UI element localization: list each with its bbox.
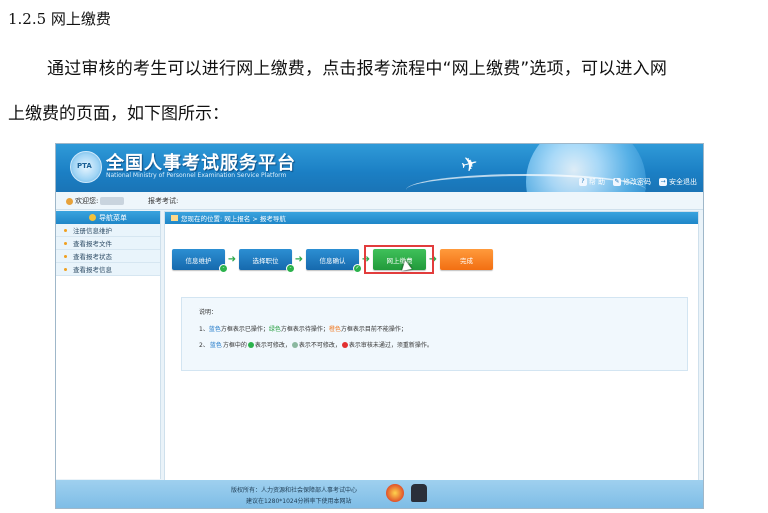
logo-text: PTA	[77, 162, 92, 170]
arrow-right-icon: ➜	[227, 254, 237, 265]
step-info-confirm[interactable]: 信息确认 ✓	[306, 249, 362, 273]
pointer-cursor-icon	[400, 259, 412, 271]
password-icon: ✎	[613, 178, 621, 186]
embedded-screenshot: ✈ PTA 全国人事考试服务平台 National Ministry of Pe…	[55, 143, 704, 509]
welcome-text: 欢迎您:	[66, 196, 125, 206]
paragraph-line-2: 上缴费的页面，如下图所示：	[8, 104, 229, 124]
breadcrumb: 您现在的位置: 网上报名 > 报考导航	[165, 212, 698, 224]
arrow-right-icon: ➜	[294, 254, 304, 265]
paragraph-line-1: 通过审核的考生可以进行网上缴费，点击报考流程中“网上缴费”选项，可以进入网	[47, 59, 668, 79]
nav-menu-header: 导航菜单	[56, 211, 160, 224]
step-complete: 完成	[440, 249, 493, 270]
note-title: 说明：	[199, 309, 218, 316]
editable-icon	[247, 341, 254, 348]
welcome-label: 欢迎您:	[75, 197, 99, 205]
user-icon	[66, 197, 73, 205]
resolution-hint: 建议在1280*1024分辨率下使用本网站	[246, 498, 352, 505]
instructions-box: 说明： 1、蓝色方框表示已操作；绿色方框表示待操作；橙色方框表示目前不能操作； …	[181, 297, 688, 371]
bullet-icon	[64, 241, 67, 245]
info-bar: 欢迎您: 报考考试:	[56, 192, 703, 210]
editable-check-icon: -	[286, 264, 295, 273]
bullet-icon	[64, 267, 67, 271]
not-editable-icon	[291, 341, 298, 348]
blurred-username	[100, 197, 125, 205]
bullet-icon	[64, 254, 67, 258]
site-footer: 版权所有：人力资源和社会保障部人事考试中心 建议在1280*1024分辨率下使用…	[56, 480, 703, 508]
site-banner: ✈ PTA 全国人事考试服务平台 National Ministry of Pe…	[56, 144, 703, 192]
help-link[interactable]: ? 帮 助	[578, 177, 605, 187]
highlight-frame	[364, 245, 434, 274]
step-info-maintain[interactable]: 信息维护 -	[172, 249, 228, 273]
main-panel: 您现在的位置: 网上报名 > 报考导航 信息维护 - ➜ 选择职位 - ➜ 信息确认…	[164, 211, 699, 481]
logout-icon: →	[659, 178, 667, 186]
sidebar-item-exam-status[interactable]: 查看报考状态	[56, 250, 160, 263]
help-icon: ?	[578, 178, 587, 186]
airplane-icon: ✈	[458, 150, 481, 178]
change-password-link[interactable]: ✎ 修改密码	[613, 177, 651, 187]
menu-icon	[89, 214, 96, 221]
site-logo: PTA	[70, 151, 102, 183]
top-links: ? 帮 助 ✎ 修改密码 → 安全退出	[578, 177, 697, 187]
check-icon: ✓	[353, 264, 362, 273]
rejected-icon	[341, 341, 348, 348]
logout-link[interactable]: → 安全退出	[659, 177, 697, 187]
sidebar-item-register-info[interactable]: 注册信息维护	[56, 224, 160, 237]
copyright-text: 版权所有：人力资源和社会保障部人事考试中心	[231, 487, 358, 494]
national-emblem-icon	[386, 484, 404, 502]
editable-check-icon: -	[219, 264, 228, 273]
bullet-icon	[64, 228, 67, 232]
nav-sidebar: 导航菜单 注册信息维护 查看报考文件 查看报考状态 查看报考信息	[56, 211, 161, 479]
sidebar-item-exam-info[interactable]: 查看报考信息	[56, 263, 160, 276]
step-select-position[interactable]: 选择职位 -	[239, 249, 295, 273]
home-icon	[171, 215, 178, 221]
section-heading: 1.2.5 网上缴费	[8, 10, 111, 28]
exam-label: 报考考试:	[148, 197, 179, 205]
note-line-2: 2、 蓝色 方框中的 表示可修改， 表示不可修改， 表示审核未通过，须重新操作。	[199, 341, 433, 349]
police-badge-icon	[411, 484, 427, 502]
note-line-1: 1、蓝色方框表示已操作；绿色方框表示待操作；橙色方框表示目前不能操作；	[199, 326, 407, 333]
sidebar-item-exam-files[interactable]: 查看报考文件	[56, 237, 160, 250]
site-subtitle: National Ministry of Personnel Examinati…	[106, 172, 287, 179]
process-steps: 信息维护 - ➜ 选择职位 - ➜ 信息确认 ✓ ➜ 网上缴费 ➜ 完成	[172, 249, 493, 273]
